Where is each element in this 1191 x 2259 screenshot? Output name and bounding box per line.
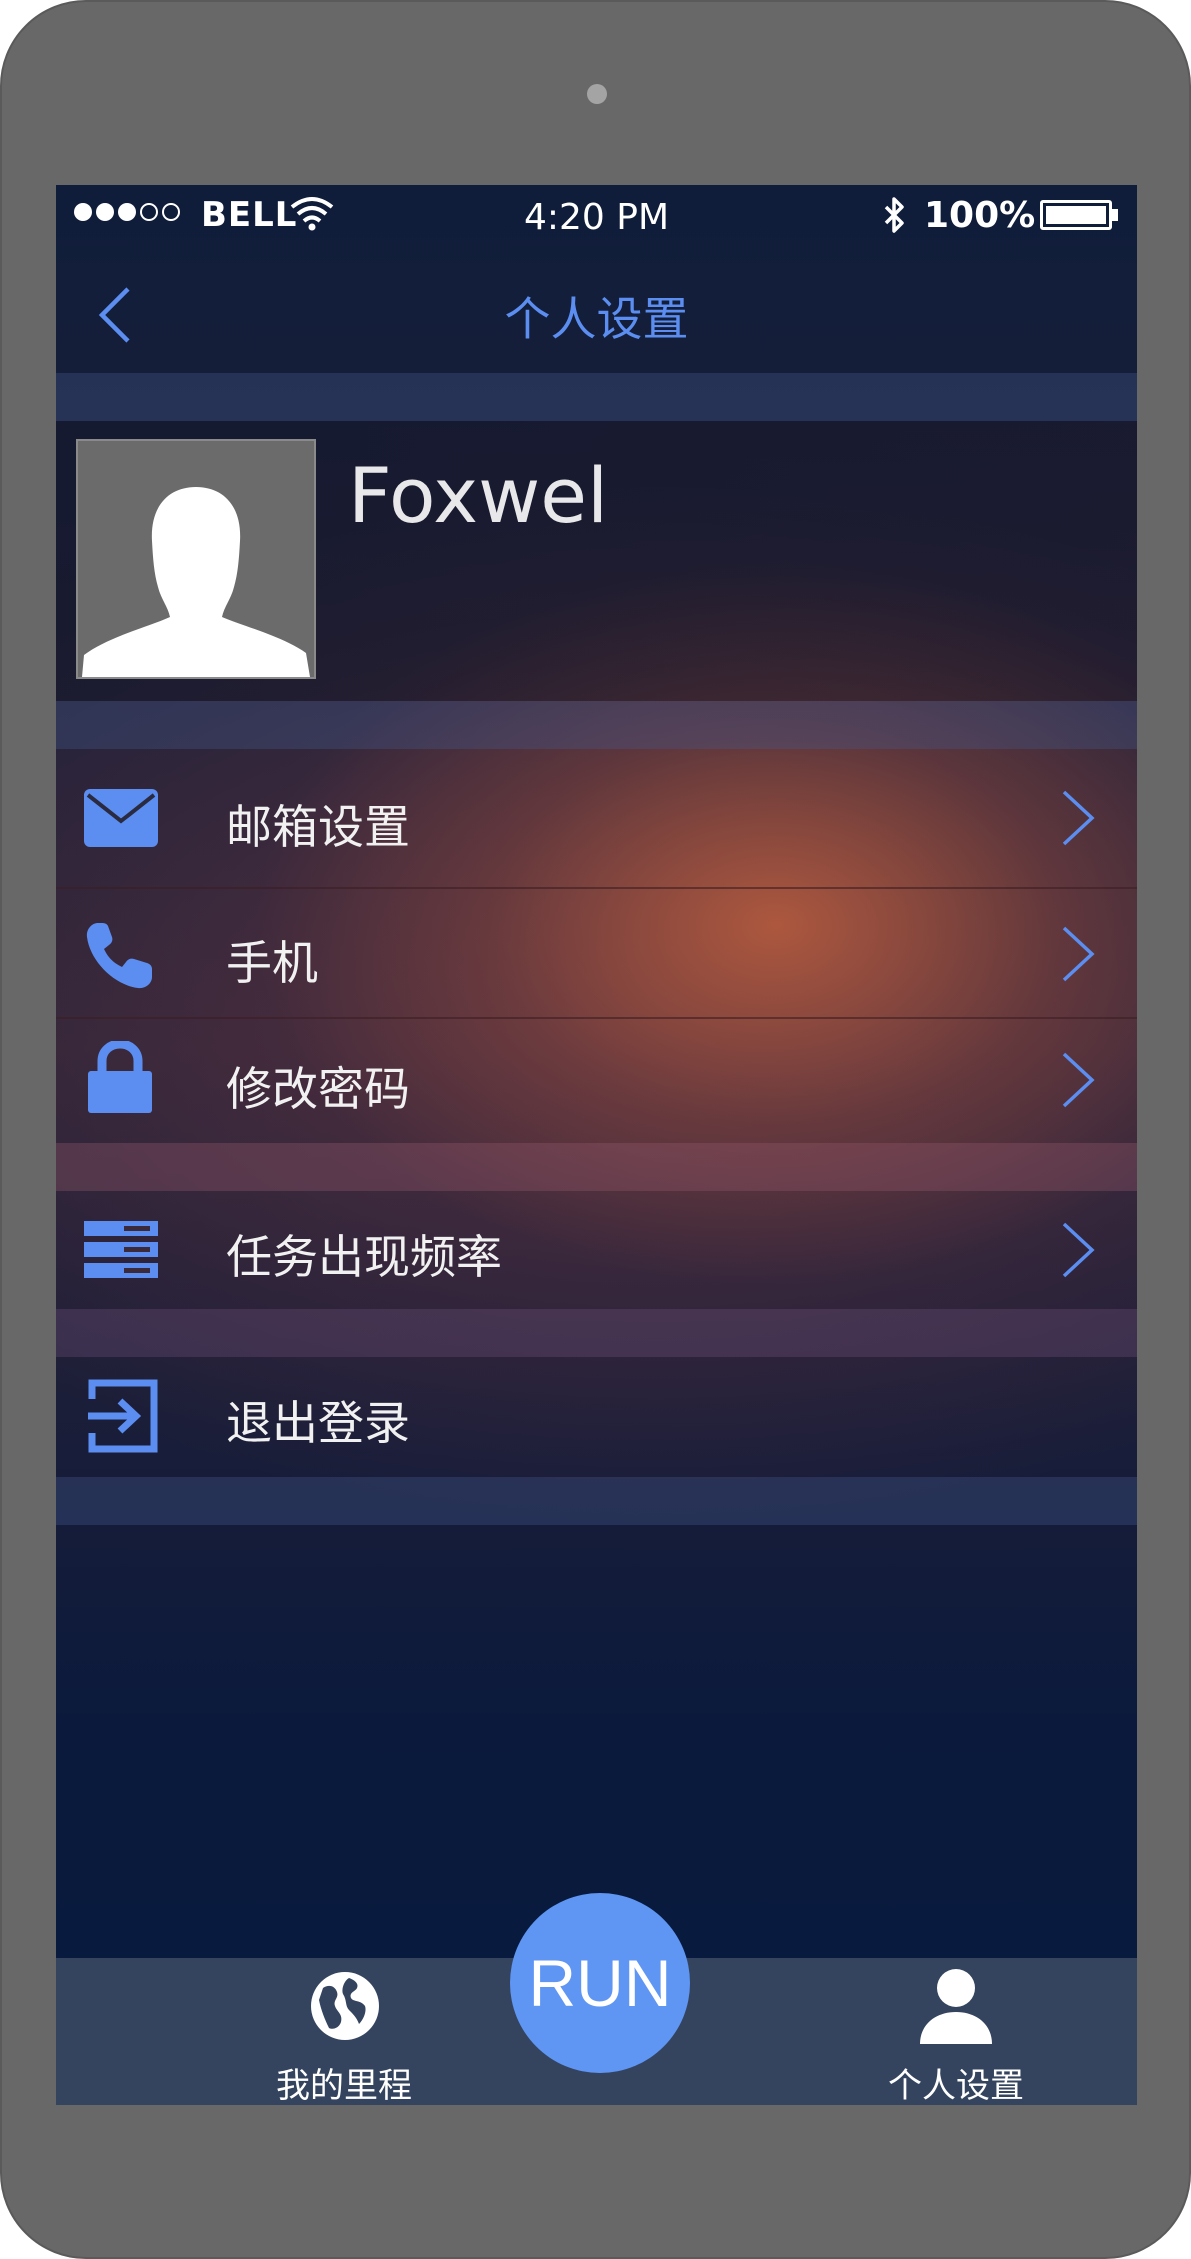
section-separator	[56, 701, 1137, 749]
logout-button[interactable]: 退出登录	[56, 1357, 1137, 1477]
person-silhouette-icon	[82, 487, 310, 677]
profile-header: Foxwel	[56, 421, 1137, 701]
settings-row-label: 任务出现频率	[226, 1230, 502, 1284]
section-separator	[56, 1143, 1137, 1191]
chevron-right-icon	[1062, 926, 1095, 982]
settings-row-label: 邮箱设置	[226, 800, 410, 854]
envelope-icon	[84, 789, 158, 847]
chevron-right-icon	[1062, 1222, 1095, 1278]
section-separator	[56, 1477, 1137, 1525]
settings-row-label: 修改密码	[226, 1062, 410, 1116]
tab-label: 个人设置	[888, 2066, 1024, 2105]
settings-row-email[interactable]: 邮箱设置	[56, 749, 1137, 887]
battery-tip	[1112, 209, 1118, 221]
camera-dot	[587, 84, 607, 104]
avatar[interactable]	[76, 439, 316, 679]
battery-percentage: 100%	[924, 195, 1036, 236]
device-frame: BELL 4:20 PM 100% 个人设置 Foxwel 邮箱设置 手机 修改…	[0, 0, 1191, 2259]
chevron-right-icon	[1062, 790, 1095, 846]
settings-row-task-frequency[interactable]: 任务出现频率	[56, 1191, 1137, 1309]
navigation-bar: 个人设置	[56, 255, 1137, 373]
battery-icon	[1040, 200, 1112, 230]
status-bar: BELL 4:20 PM 100%	[56, 185, 1137, 255]
server-stack-icon	[84, 1221, 158, 1278]
settings-row-phone[interactable]: 手机	[56, 889, 1137, 1017]
settings-row-label: 退出登录	[226, 1396, 410, 1450]
page-title: 个人设置	[504, 292, 689, 346]
user-icon	[920, 1969, 992, 2044]
bluetooth-icon	[884, 197, 904, 233]
phone-icon	[86, 923, 152, 989]
tab-my-milestones[interactable]: 我的里程	[214, 1958, 474, 2105]
section-separator	[56, 373, 1137, 421]
lock-icon	[88, 1041, 152, 1113]
globe-icon	[311, 1972, 379, 2040]
settings-row-label: 手机	[226, 936, 318, 990]
sign-out-icon	[88, 1379, 158, 1453]
username: Foxwel	[348, 451, 609, 540]
tab-label: 我的里程	[276, 2066, 412, 2105]
tab-personal-settings[interactable]: 个人设置	[826, 1958, 1086, 2105]
run-button[interactable]: RUN	[510, 1893, 690, 2073]
section-separator	[56, 1309, 1137, 1357]
chevron-right-icon	[1062, 1052, 1095, 1108]
app-screen: BELL 4:20 PM 100% 个人设置 Foxwel 邮箱设置 手机 修改…	[56, 185, 1137, 2105]
settings-row-password[interactable]: 修改密码	[56, 1019, 1137, 1143]
